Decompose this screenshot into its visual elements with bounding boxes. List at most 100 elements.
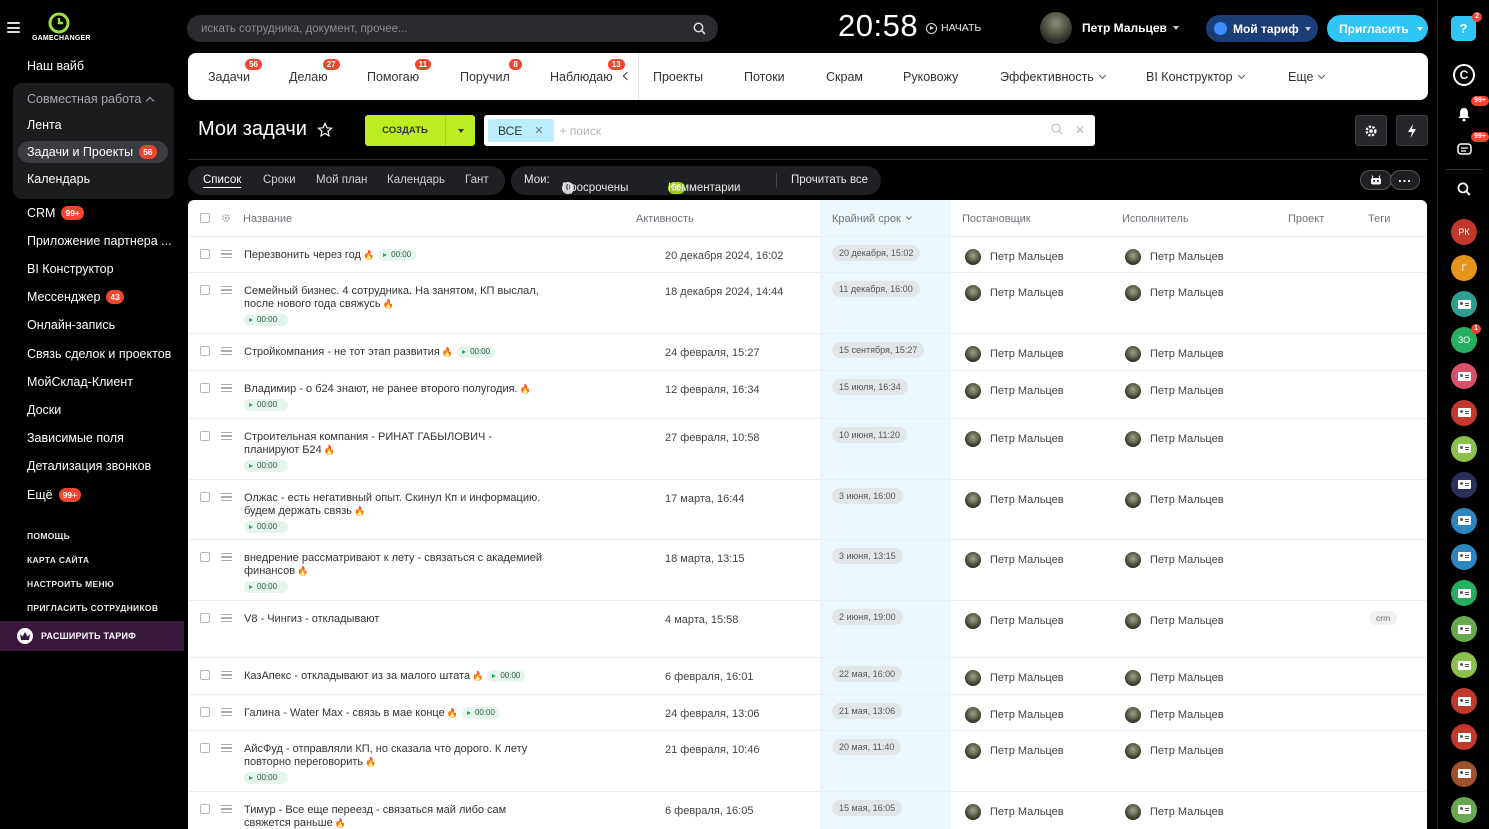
deadline-badge[interactable]: 21 мая, 13:06 [832, 703, 903, 719]
nav-tab-3[interactable]: Руковожу [903, 70, 958, 84]
nav-tab-0[interactable]: Проекты [653, 70, 703, 84]
my-tariff-button[interactable]: Мой тариф [1206, 15, 1318, 42]
recent-chat-avatar[interactable]: Г [1451, 255, 1477, 282]
sidebar-footer-link[interactable]: КАРТА САЙТА [27, 555, 89, 565]
time-tracker[interactable]: 00:00 [461, 707, 500, 719]
recent-chat-avatar[interactable] [1451, 363, 1477, 390]
creator-cell[interactable]: Петр Мальцев [965, 249, 1064, 265]
search-button[interactable] [1451, 176, 1477, 202]
filter-chip-all[interactable]: ВСЕ ✕ [488, 119, 554, 142]
sidebar-item[interactable]: Зависимые поля [0, 424, 184, 452]
creator-cell[interactable]: Петр Мальцев [965, 285, 1064, 301]
view-tab[interactable]: Календарь [387, 174, 445, 186]
tab-1[interactable]: Делаю 27 [289, 59, 340, 84]
assignee-cell[interactable]: Петр Мальцев [1125, 346, 1224, 362]
search-icon[interactable] [1051, 123, 1063, 135]
time-tracker[interactable]: 00:00 [244, 581, 288, 593]
recent-chat-avatar[interactable] [1451, 688, 1477, 715]
table-row[interactable]: внедрение рассматривают к лету - связать… [188, 539, 1427, 600]
time-tracker[interactable]: 00:00 [244, 460, 288, 472]
sidebar-item[interactable]: Ещё 99+ [0, 480, 184, 508]
sidebar-item[interactable]: Задачи и Проекты 56 [18, 141, 168, 164]
recent-chat-avatar[interactable]: ЗО 1 [1451, 324, 1481, 354]
task-title[interactable]: V8 - Чингиз - откладывают [244, 613, 544, 626]
time-tracker[interactable]: 00:00 [487, 670, 526, 682]
row-menu-icon[interactable] [221, 708, 232, 716]
view-tab[interactable]: Сроки [263, 174, 296, 186]
notifications-button[interactable]: 99+ [1451, 96, 1489, 127]
deadline-badge[interactable]: 20 декабря, 15:02 [832, 245, 921, 261]
row-checkbox[interactable] [200, 285, 210, 295]
creator-cell[interactable]: Петр Мальцев [965, 552, 1064, 568]
table-row[interactable]: АйсФуд - отправляли КП, но сказала что д… [188, 730, 1427, 791]
row-menu-icon[interactable] [221, 347, 232, 355]
table-row[interactable]: Галина - Water Max - связь в мае конце 🔥 0… [188, 694, 1427, 730]
robots-button[interactable] [1360, 170, 1392, 190]
row-menu-icon[interactable] [221, 671, 232, 679]
row-checkbox[interactable] [200, 431, 210, 441]
sidebar-item[interactable]: Приложение партнера ... [0, 227, 184, 255]
table-row[interactable]: Семейный бизнес. 4 сотрудника. На занято… [188, 272, 1427, 333]
table-row[interactable]: Олжас - есть негативный опыт. Скинул Кп … [188, 479, 1427, 539]
assignee-cell[interactable]: Петр Мальцев [1125, 285, 1224, 301]
remove-filter-icon[interactable]: ✕ [534, 124, 543, 137]
row-menu-icon[interactable] [221, 493, 232, 501]
recent-chat-avatar[interactable] [1451, 760, 1477, 787]
deadline-badge[interactable]: 2 июня, 19:00 [832, 609, 903, 625]
assignee-cell[interactable]: Петр Мальцев [1125, 552, 1224, 568]
chats-button[interactable]: 99+ [1451, 132, 1489, 163]
menu-burger-icon[interactable] [7, 22, 20, 33]
task-title[interactable]: Перезвонить через год 🔥 00:00 [244, 249, 544, 262]
row-checkbox[interactable] [200, 804, 210, 814]
star-icon[interactable] [317, 121, 333, 138]
row-menu-icon[interactable] [221, 286, 232, 294]
time-tracker[interactable]: 00:00 [244, 772, 288, 784]
recent-chat-avatar[interactable] [1451, 291, 1477, 318]
task-title[interactable]: КазАпекс - откладывают из за малого штат… [244, 670, 544, 683]
assignee-cell[interactable]: Петр Мальцев [1125, 431, 1224, 447]
assignee-cell[interactable]: Петр Мальцев [1125, 670, 1224, 686]
deadline-badge[interactable]: 20 мая, 11:40 [832, 739, 902, 755]
sidebar-item[interactable]: BI Конструктор [0, 255, 184, 283]
nav-tab-6[interactable]: Еще [1288, 70, 1326, 84]
timeline-button[interactable]: C [1453, 64, 1475, 86]
sidebar-item[interactable]: Доски [0, 396, 184, 424]
column-header[interactable]: Название [243, 213, 292, 225]
row-checkbox[interactable] [200, 552, 210, 562]
deadline-badge[interactable]: 15 мая, 16:05 [832, 800, 903, 816]
assignee-cell[interactable]: Петр Мальцев [1125, 383, 1224, 399]
tab-2[interactable]: Помогаю 11 [367, 59, 432, 84]
recent-chat-avatar[interactable] [1451, 543, 1477, 570]
column-settings-gear-icon[interactable] [221, 213, 231, 223]
row-menu-icon[interactable] [221, 432, 232, 440]
row-checkbox[interactable] [200, 670, 210, 680]
settings-button[interactable] [1355, 115, 1387, 146]
assignee-cell[interactable]: Петр Мальцев [1125, 249, 1224, 265]
table-row[interactable]: Перезвонить через год 🔥 00:00 20 декабря 20… [188, 236, 1427, 272]
time-tracker[interactable]: 00:00 [457, 346, 496, 358]
creator-cell[interactable]: Петр Мальцев [965, 383, 1064, 399]
create-dropdown-icon[interactable] [446, 128, 475, 133]
recent-chat-avatar[interactable] [1451, 399, 1477, 426]
time-tracker[interactable]: 00:00 [378, 249, 417, 261]
nav-scroll-left-icon[interactable] [622, 71, 632, 81]
clear-filter-icon[interactable]: ✕ [1075, 123, 1085, 137]
nav-tab-4[interactable]: Эффективность [1000, 70, 1106, 84]
tab-4[interactable]: Наблюдаю 13 [550, 59, 625, 84]
upgrade-plan-button[interactable]: РАСШИРИТЬ ТАРИФ [0, 621, 184, 651]
help-button[interactable]: ? 2 [1451, 12, 1482, 41]
view-tab[interactable]: Список [203, 174, 242, 188]
recent-chat-avatar[interactable] [1451, 796, 1477, 823]
tab-0[interactable]: Задачи 56 [208, 59, 262, 84]
creator-cell[interactable]: Петр Мальцев [965, 613, 1064, 629]
creator-cell[interactable]: Петр Мальцев [965, 492, 1064, 508]
row-checkbox[interactable] [200, 707, 210, 717]
deadline-badge[interactable]: 15 сентября, 15:27 [832, 342, 925, 358]
row-menu-icon[interactable] [221, 250, 232, 258]
nav-tab-5[interactable]: BI Конструктор [1146, 70, 1245, 84]
task-title[interactable]: Владимир - о б24 знают, не ранее второго… [244, 383, 544, 411]
recent-chat-avatar[interactable] [1451, 435, 1477, 462]
task-filter-input[interactable]: ВСЕ ✕ + поиск ✕ [484, 115, 1095, 146]
view-tab[interactable]: Гант [465, 174, 489, 186]
company-logo[interactable]: GAMECHANGER [32, 12, 90, 44]
